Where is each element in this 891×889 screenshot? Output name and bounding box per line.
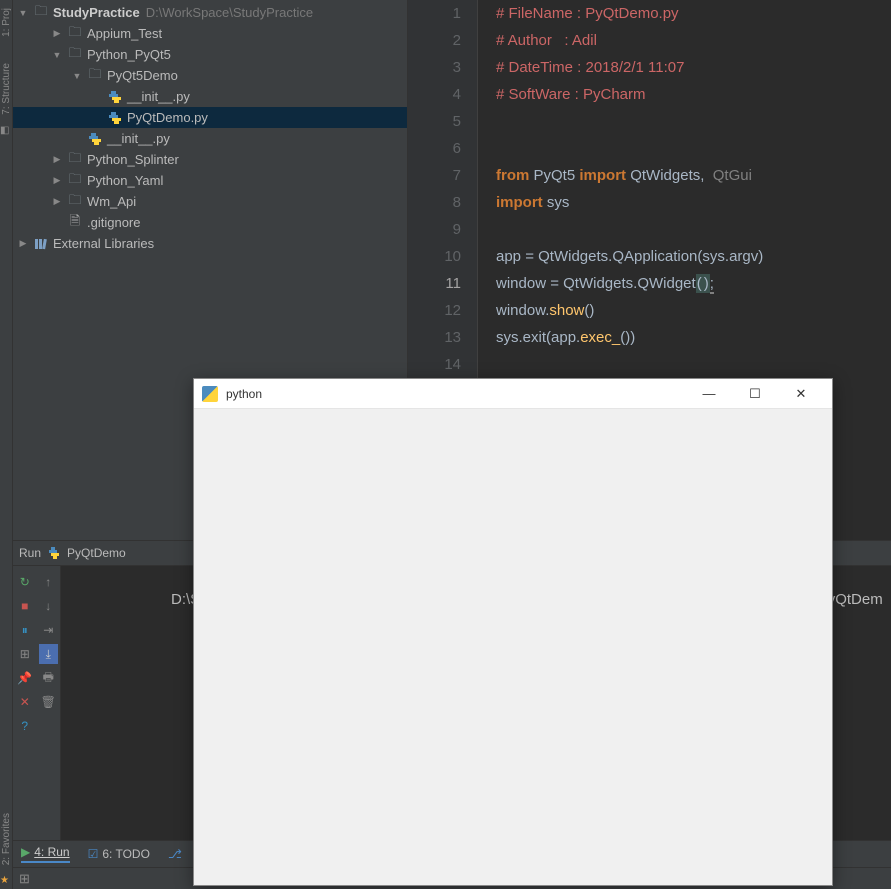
tree-item-label: Python_Yaml xyxy=(87,173,163,188)
gutter-structure[interactable]: 7: Structure xyxy=(1,59,12,119)
folder-icon: 🗀 xyxy=(67,26,83,42)
run-config-name: PyQtDemo xyxy=(67,546,126,560)
layout-button[interactable]: ⊞ xyxy=(15,644,35,664)
tree-item[interactable]: ▶ 🗀 Python_Splinter xyxy=(13,149,407,170)
bottom-vcs[interactable]: ⎇ xyxy=(168,847,182,861)
tree-item-label: __init__.py xyxy=(107,131,170,146)
structure-icon: ◧ xyxy=(0,125,12,137)
star-icon: ★ xyxy=(0,875,12,887)
rerun-button[interactable]: ↻ xyxy=(15,572,35,592)
tree-arrow-icon[interactable]: ▶ xyxy=(51,28,63,40)
tree-item-label: PyQt5Demo xyxy=(107,68,178,83)
vcs-icon: ⎇ xyxy=(168,847,182,861)
play-icon: ▶ xyxy=(21,845,30,859)
run-toolbar: ↻ ↑ ■ ↓ ⏸ ⇥ ⊞ ⤓ xyxy=(13,566,61,840)
tree-item-label: Python_PyQt5 xyxy=(87,47,171,62)
library-icon xyxy=(33,236,49,252)
pin-button[interactable]: 📌 xyxy=(15,668,35,688)
tree-item[interactable]: __init__.py xyxy=(13,128,407,149)
tree-item[interactable]: ▶ 🗀 Python_Yaml xyxy=(13,170,407,191)
popup-titlebar[interactable]: python — ☐ ✕ xyxy=(194,379,832,409)
run-header-label: Run xyxy=(19,546,41,560)
chevron-right-icon[interactable]: ▶ xyxy=(17,238,29,250)
tree-item[interactable]: 🗎 .gitignore xyxy=(13,212,407,233)
tree-item[interactable]: ▼ 🗀 PyQt5Demo xyxy=(13,65,407,86)
status-icon[interactable]: ⊞ xyxy=(19,871,30,887)
pause-button[interactable]: ⏸ xyxy=(15,620,35,640)
gutter-project[interactable]: 1: Proj xyxy=(1,4,12,41)
pyqt-window[interactable]: python — ☐ ✕ xyxy=(193,378,833,886)
tree-arrow-icon[interactable]: ▶ xyxy=(51,196,63,208)
tool-window-gutter: 1: Proj 7: Structure ◧ 2: Favorites ★ xyxy=(0,0,13,889)
tree-arrow-icon[interactable]: ▼ xyxy=(71,70,83,82)
python-file-icon xyxy=(87,131,103,147)
tree-item-label: .gitignore xyxy=(87,215,140,230)
tree-item[interactable]: ▶ 🗀 Appium_Test xyxy=(13,23,407,44)
down-button[interactable]: ↓ xyxy=(39,596,59,616)
tree-item-label: PyQtDemo.py xyxy=(127,110,208,125)
tree-item[interactable]: ▼ 🗀 Python_PyQt5 xyxy=(13,44,407,65)
tree-arrow-icon[interactable]: ▼ xyxy=(51,49,63,61)
tree-arrow-icon xyxy=(91,112,103,124)
bottom-todo[interactable]: ☑ 6: TODO xyxy=(88,847,150,861)
popup-title: python xyxy=(226,387,262,401)
python-app-icon xyxy=(202,386,218,402)
tree-external-libs[interactable]: ▶ External Libraries xyxy=(13,233,407,254)
help-button[interactable]: ? xyxy=(15,716,35,736)
folder-icon: 🗀 xyxy=(87,68,103,84)
tree-item-label: Appium_Test xyxy=(87,26,162,41)
tree-root-path: D:\WorkSpace\StudyPractice xyxy=(146,5,313,20)
folder-icon: 🗀 xyxy=(67,152,83,168)
tree-item-label: __init__.py xyxy=(127,89,190,104)
gutter-favorites[interactable]: 2: Favorites xyxy=(1,809,12,869)
minimize-button[interactable]: — xyxy=(686,379,732,409)
tree-arrow-icon xyxy=(51,217,63,229)
close-button[interactable]: ✕ xyxy=(15,692,35,712)
tree-item-label: Wm_Api xyxy=(87,194,136,209)
trash-button[interactable]: 🗑 xyxy=(39,692,59,712)
bottom-run[interactable]: ▶ 4: Run xyxy=(21,845,70,863)
tree-arrow-icon[interactable]: ▶ xyxy=(51,154,63,166)
stop-button[interactable]: ■ xyxy=(15,596,35,616)
folder-icon: 🗀 xyxy=(67,173,83,189)
python-icon xyxy=(47,546,61,560)
tree-item[interactable]: __init__.py xyxy=(13,86,407,107)
tree-item[interactable]: ▶ 🗀 Wm_Api xyxy=(13,191,407,212)
maximize-button[interactable]: ☐ xyxy=(732,379,778,409)
chevron-down-icon[interactable]: ▼ xyxy=(17,7,29,19)
up-button[interactable]: ↑ xyxy=(39,572,59,592)
tree-root-label: StudyPractice xyxy=(53,5,140,20)
tree-root[interactable]: ▼ 🗀 StudyPractice D:\WorkSpace\StudyPrac… xyxy=(13,2,407,23)
folder-icon: 🗀 xyxy=(67,194,83,210)
tree-arrow-icon[interactable]: ▶ xyxy=(51,175,63,187)
scroll-button[interactable]: ⤓ xyxy=(39,644,59,664)
tree-item[interactable]: PyQtDemo.py xyxy=(13,107,407,128)
tree-arrow-icon xyxy=(71,133,83,145)
tree-item-label: Python_Splinter xyxy=(87,152,179,167)
python-file-icon xyxy=(107,89,123,105)
folder-icon: 🗀 xyxy=(67,47,83,63)
tree-external-libs-label: External Libraries xyxy=(53,236,154,251)
python-file-icon xyxy=(107,110,123,126)
close-window-button[interactable]: ✕ xyxy=(778,379,824,409)
popup-body xyxy=(194,409,832,885)
print-button[interactable]: 🖶 xyxy=(39,668,59,688)
file-icon: 🗎 xyxy=(67,215,83,231)
folder-icon: 🗀 xyxy=(33,5,49,21)
tree-arrow-icon xyxy=(91,91,103,103)
todo-icon: ☑ xyxy=(88,847,99,861)
soft-wrap-button[interactable]: ⇥ xyxy=(39,620,59,640)
